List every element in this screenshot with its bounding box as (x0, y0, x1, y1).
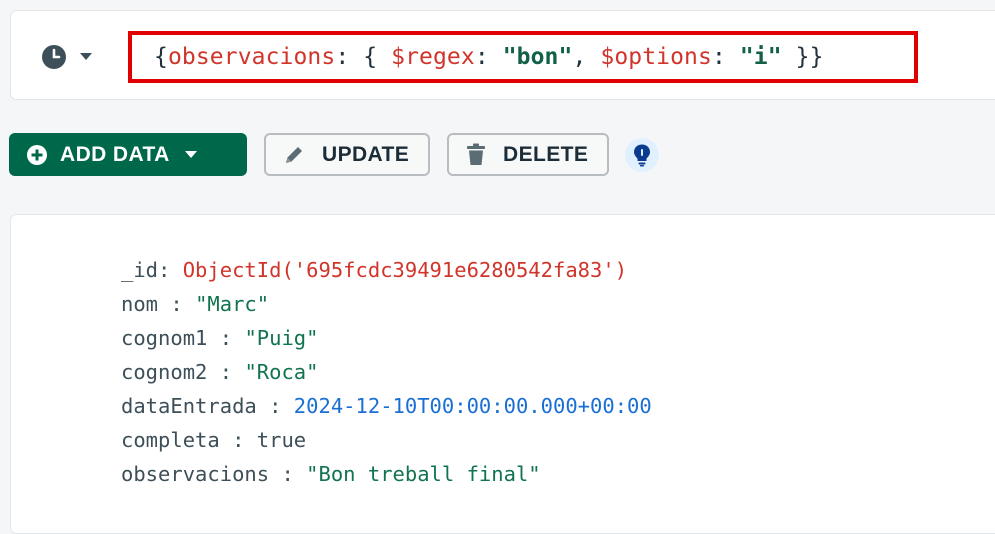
field-separator: : (207, 326, 245, 350)
query-options-operator: $options (600, 44, 712, 70)
field-separator: : (158, 292, 196, 316)
field-value: true (256, 428, 307, 452)
query-regex-operator: $regex (391, 44, 475, 70)
caret-down-icon (184, 150, 198, 160)
trash-icon (465, 143, 487, 167)
field-key: completa (121, 428, 220, 452)
field-separator: : (207, 360, 245, 384)
document-field-cognom1[interactable]: cognom1 : "Puig" (121, 323, 319, 353)
query-colon: : { (335, 44, 392, 70)
add-data-button[interactable]: ADD DATA (9, 133, 247, 176)
field-value: "Puig" (244, 326, 319, 350)
clock-icon (41, 44, 67, 70)
query-filter-input[interactable]: {observacions: { $regex: "bon", $options… (128, 31, 918, 83)
caret-down-icon (79, 52, 93, 62)
query-field-name: observacions (167, 44, 336, 70)
pencil-icon (282, 143, 306, 167)
document-field-id[interactable]: _id: ObjectId('695fcdc39491e6280542fa83'… (121, 255, 627, 285)
field-separator: : (158, 258, 183, 282)
field-key: cognom1 (121, 326, 208, 350)
delete-button[interactable]: DELETE (447, 133, 609, 176)
document-field-dataentrada[interactable]: dataEntrada : 2024-12-10T00:00:00.000+00… (121, 391, 652, 421)
query-regex-value: "bon" (502, 44, 573, 70)
field-value: 2024-12-10T00:00:00.000+00:00 (293, 394, 652, 418)
field-value: ObjectId('695fcdc39491e6280542fa83') (182, 258, 628, 282)
field-value: "Bon treball final" (306, 462, 541, 486)
document-field-nom[interactable]: nom : "Marc" (121, 289, 269, 319)
field-key: dataEntrada (121, 394, 257, 418)
query-history-button[interactable] (41, 41, 111, 73)
add-data-label: ADD DATA (60, 142, 170, 166)
field-separator: : (219, 428, 257, 452)
query-bar: {observacions: { $regex: "bon", $options… (10, 10, 995, 100)
field-value: "Roca" (244, 360, 319, 384)
query-colon: : (711, 44, 740, 70)
query-options-value: "i" (739, 44, 782, 70)
query-close-brace: }} (781, 44, 824, 70)
update-label: UPDATE (322, 142, 410, 166)
document-card: _id: ObjectId('695fcdc39491e6280542fa83'… (10, 214, 995, 534)
field-key: cognom2 (121, 360, 208, 384)
field-separator: : (269, 462, 307, 486)
field-key: _id (121, 258, 159, 282)
field-key: observacions (121, 462, 270, 486)
document-field-completa[interactable]: completa : true (121, 425, 306, 455)
query-open-brace: { (154, 44, 168, 70)
field-value: "Marc" (195, 292, 270, 316)
query-colon: : (474, 44, 503, 70)
delete-label: DELETE (503, 142, 589, 166)
document-field-cognom2[interactable]: cognom2 : "Roca" (121, 357, 319, 387)
lightbulb-icon[interactable] (625, 138, 659, 172)
field-separator: : (256, 394, 294, 418)
document-field-observacions[interactable]: observacions : "Bon treball final" (121, 459, 541, 489)
update-button[interactable]: UPDATE (264, 133, 430, 176)
query-comma: , (572, 44, 601, 70)
field-key: nom (121, 292, 159, 316)
plus-circle-icon (26, 144, 48, 166)
